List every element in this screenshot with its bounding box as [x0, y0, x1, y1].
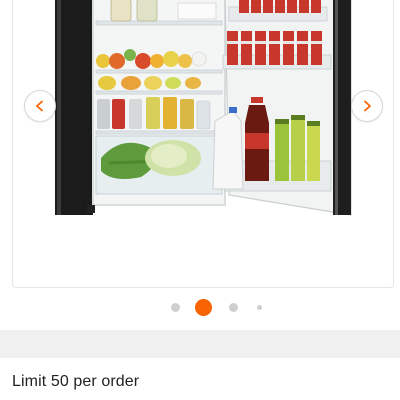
section-divider [0, 330, 400, 358]
carousel-dot-active[interactable] [195, 299, 212, 316]
carousel-dot[interactable] [257, 305, 262, 310]
chevron-left-icon [36, 100, 43, 112]
carousel-next-button[interactable] [351, 90, 383, 122]
carousel-prev-button[interactable] [24, 90, 56, 122]
carousel-dot[interactable] [229, 303, 238, 312]
product-image [55, 0, 352, 216]
product-image-card[interactable] [12, 0, 394, 288]
carousel-dot[interactable] [171, 303, 180, 312]
chevron-right-icon [364, 100, 371, 112]
order-limit-text: Limit 50 per order [12, 373, 140, 390]
carousel-pagination [0, 297, 400, 317]
